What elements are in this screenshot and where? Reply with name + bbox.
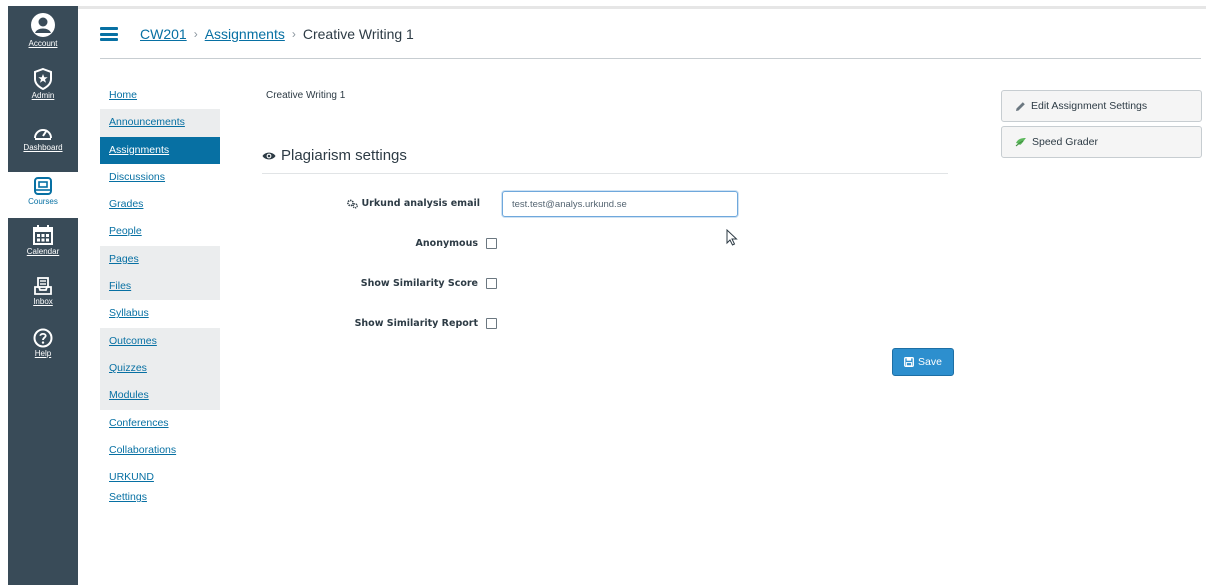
global-nav-inbox[interactable]: Inbox [8, 276, 78, 318]
global-nav-dashboard[interactable]: Dashboard [8, 122, 78, 166]
similarity-report-checkbox[interactable] [486, 318, 497, 329]
plagiarism-settings-heading: Plagiarism settings [262, 147, 407, 164]
urkund-email-input[interactable] [502, 191, 738, 217]
course-nav-syllabus[interactable]: Syllabus [100, 300, 220, 327]
similarity-report-label: Show Similarity Report [354, 318, 478, 329]
anonymous-checkbox[interactable] [486, 238, 497, 249]
inbox-icon [34, 277, 52, 295]
course-nav-pages[interactable]: Pages [100, 245, 220, 274]
global-nav-label-inbox: Inbox [33, 297, 53, 306]
course-nav-grades[interactable]: Grades [100, 191, 220, 218]
dashboard-icon [34, 129, 52, 140]
save-button-label: Save [918, 356, 942, 368]
section-divider [262, 173, 948, 174]
save-button[interactable]: Save [892, 348, 954, 376]
breadcrumb-separator: › [193, 27, 198, 41]
assignment-title: Creative Writing 1 [266, 90, 346, 101]
course-nav-urkund[interactable]: URKUND [100, 467, 220, 487]
top-border [78, 6, 1206, 9]
course-nav: Home Announcements Assignments Discussio… [100, 82, 220, 507]
course-nav-collaborations[interactable]: Collaborations [100, 437, 220, 464]
course-nav-people[interactable]: People [100, 218, 220, 245]
edit-assignment-settings-button[interactable]: Edit Assignment Settings [1001, 90, 1202, 122]
course-nav-conferences[interactable]: Conferences [100, 410, 220, 437]
similarity-score-checkbox[interactable] [486, 278, 497, 289]
email-label-text: Urkund analysis email [361, 198, 480, 209]
speed-grader-button[interactable]: Speed Grader [1001, 126, 1202, 158]
gears-icon [347, 199, 359, 209]
global-nav-label-account: Account [28, 39, 58, 48]
speed-grader-label: Speed Grader [1032, 136, 1098, 148]
speed-grader-icon [1015, 138, 1026, 147]
course-nav-settings[interactable]: Settings [100, 487, 220, 507]
course-nav-discussions[interactable]: Discussions [100, 164, 220, 191]
course-nav-announcements[interactable]: Announcements [100, 109, 220, 137]
header-divider [100, 58, 1201, 59]
calendar-icon [33, 225, 53, 245]
pencil-icon [1016, 101, 1025, 111]
breadcrumb-current: Creative Writing 1 [302, 26, 414, 42]
breadcrumb: CW201 › Assignments › Creative Writing 1 [100, 22, 414, 46]
course-nav-modules[interactable]: Modules [100, 382, 220, 410]
global-nav: Account Admin Dashboard Courses Calendar… [8, 6, 78, 585]
course-nav-quizzes[interactable]: Quizzes [100, 354, 220, 383]
global-nav-account[interactable]: Account [8, 12, 78, 62]
global-nav-label-courses: Courses [28, 197, 58, 206]
floppy-disk-icon [904, 357, 914, 367]
breadcrumb-separator: › [291, 27, 296, 41]
eye-icon [262, 152, 276, 159]
global-nav-label-calendar: Calendar [26, 247, 60, 256]
global-nav-label-help: Help [34, 349, 52, 358]
help-icon [33, 328, 53, 348]
global-nav-admin[interactable]: Admin [8, 68, 78, 112]
similarity-score-label: Show Similarity Score [360, 278, 478, 289]
course-nav-files[interactable]: Files [100, 273, 220, 301]
global-nav-courses[interactable]: Courses [8, 172, 78, 218]
hamburger-menu-icon[interactable] [100, 27, 118, 41]
global-nav-label-dashboard: Dashboard [23, 143, 63, 152]
section-title-text: Plagiarism settings [281, 147, 407, 164]
account-icon [31, 13, 55, 37]
breadcrumb-course-link[interactable]: CW201 [140, 26, 187, 42]
global-nav-label-admin: Admin [31, 91, 55, 100]
course-nav-assignments[interactable]: Assignments [100, 136, 220, 164]
courses-icon [34, 177, 52, 195]
breadcrumb-assignments-link[interactable]: Assignments [205, 26, 285, 42]
mouse-cursor-icon [726, 229, 738, 246]
anonymous-label: Anonymous [415, 238, 478, 249]
email-label: Urkund analysis email [332, 198, 480, 209]
course-nav-outcomes[interactable]: Outcomes [100, 327, 220, 355]
edit-assignment-settings-label: Edit Assignment Settings [1031, 100, 1148, 112]
global-nav-calendar[interactable]: Calendar [8, 224, 78, 268]
admin-icon [34, 68, 52, 90]
global-nav-help[interactable]: Help [8, 328, 78, 370]
course-nav-home[interactable]: Home [100, 82, 220, 109]
